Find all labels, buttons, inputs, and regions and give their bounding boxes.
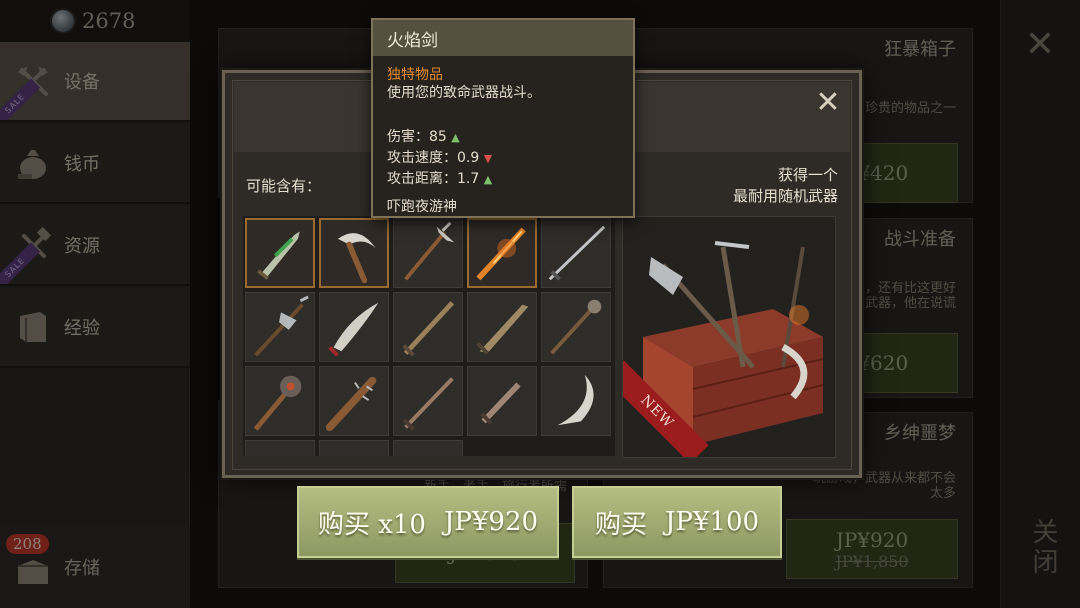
weapon-slot-partial[interactable] [393, 440, 463, 456]
weapon-slot-partial[interactable] [245, 440, 315, 456]
stat-value: 0.9 [457, 150, 480, 166]
reward-description: 获得一个 最耐用随机武器 [732, 166, 838, 205]
stat-value: 1.7 [457, 171, 480, 187]
stat-label: 攻击距离： [387, 171, 457, 187]
broad-blade-icon [476, 304, 529, 355]
weapon-slot-bronze-sword[interactable] [393, 292, 463, 362]
scimitar-icon [328, 302, 379, 357]
weapon-slot-nail-club[interactable] [319, 366, 389, 436]
buy-label: 购买 x10 [317, 509, 426, 540]
tooltip-item-name: 火焰剑 [373, 20, 633, 56]
sickle-axe-icon [337, 233, 376, 284]
weapon-grid [243, 216, 615, 456]
modal-close-icon[interactable]: ✕ [812, 85, 844, 120]
stat-label: 攻击速度： [387, 150, 457, 166]
long-sword-icon [548, 225, 606, 281]
flame-sword-icon [476, 227, 526, 281]
weapon-slot-halberd[interactable] [393, 218, 463, 288]
weapon-slot-poison-dagger[interactable] [245, 218, 315, 288]
weapon-slot-morning-star[interactable] [245, 366, 315, 436]
weapon-slot-poleaxe[interactable] [245, 292, 315, 362]
weapon-slot-flame-sword[interactable] [467, 218, 537, 288]
stat-up-arrow-icon: ▲ [451, 131, 460, 144]
weapon-slot-long-sword[interactable] [541, 218, 611, 288]
item-tooltip: 火焰剑 独特物品 使用您的致命武器战斗。 伤害：85 ▲ 攻击速度：0.9 ▼ … [371, 18, 635, 218]
stat-up-arrow-icon: ▲ [483, 173, 493, 186]
buy-label: 购买 [594, 509, 647, 540]
bronze-sword-icon [402, 301, 455, 357]
weapon-slot-rusty-sword[interactable] [393, 366, 463, 436]
tooltip-stat-damage: 伤害：85 ▲ [387, 126, 460, 146]
tooltip-stat-attack-speed: 攻击速度：0.9 ▼ [387, 147, 492, 167]
buy-x10-button[interactable]: 购买 x10 JP¥920 [297, 486, 559, 558]
buy-price: JP¥100 [664, 507, 760, 537]
stat-label: 伤害： [387, 129, 429, 145]
tooltip-stat-attack-range: 攻击距离：1.7 ▲ [387, 168, 492, 188]
tooltip-flavor-text: 吓跑夜游神 [387, 199, 457, 215]
chest-preview: NEW [622, 216, 836, 458]
rusty-sword-icon [402, 377, 454, 431]
weapon-slot-partial[interactable] [319, 440, 389, 456]
weapon-slot-scimitar[interactable] [319, 292, 389, 362]
tooltip-description: 使用您的致命武器战斗。 [387, 85, 541, 101]
morning-star-icon [253, 375, 302, 431]
weapon-slot-spiked-mace[interactable] [541, 292, 611, 362]
short-dagger-icon [480, 382, 521, 425]
poison-dagger-icon [257, 231, 300, 280]
tooltip-rarity: 独特物品 [387, 67, 443, 83]
stat-down-arrow-icon: ▼ [483, 152, 493, 165]
buy-single-button[interactable]: 购买 JP¥100 [572, 486, 782, 558]
weapon-slot-short-dagger[interactable] [467, 366, 537, 436]
weapon-slot-sickle-axe[interactable] [319, 218, 389, 288]
buy-price: JP¥920 [443, 507, 539, 537]
sickle-icon [557, 374, 594, 426]
nail-club-icon [325, 376, 377, 432]
spiked-mace-icon [550, 299, 602, 355]
may-contain-label: 可能含有： [246, 177, 322, 195]
stat-value: 85 [429, 129, 447, 145]
weapon-slot-broad-blade[interactable] [467, 292, 537, 362]
poleaxe-icon [254, 295, 309, 357]
halberd-icon [404, 221, 455, 281]
weapon-slot-sickle[interactable] [541, 366, 611, 436]
